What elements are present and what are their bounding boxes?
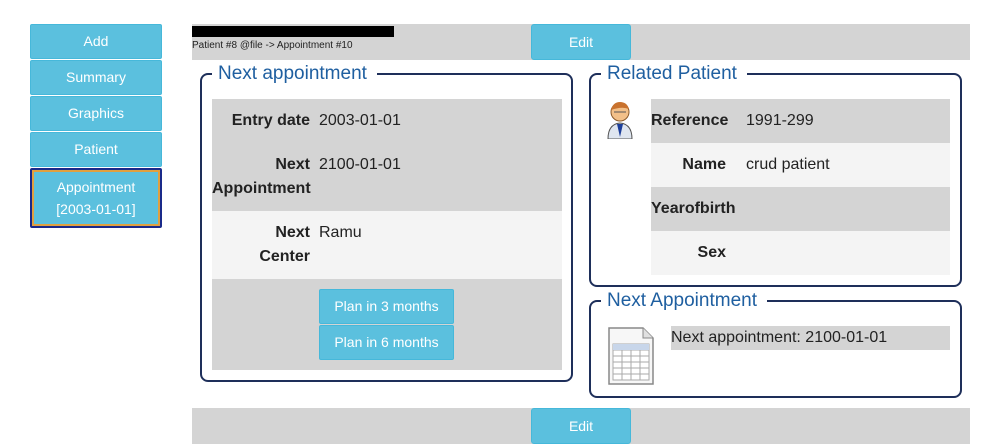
next-appointment-summary-text: Next appointment: 2100-01-01: [671, 326, 950, 350]
plan-6-months-button[interactable]: Plan in 6 months: [319, 325, 454, 360]
reference-value: 1991-299: [746, 112, 814, 129]
related-patient-legend: Related Patient: [601, 63, 747, 85]
next-appointment-value: 2100-01-01: [319, 156, 401, 173]
edit-button-bottom[interactable]: Edit: [531, 408, 631, 444]
next-appointment-summary-legend: Next Appointment: [601, 290, 767, 312]
edit-button-top[interactable]: Edit: [531, 24, 631, 60]
next-appointment-label-line1: Next: [275, 156, 310, 173]
entry-date-row: Entry date 2003-01-01: [212, 99, 562, 143]
next-appointment-label-line2: Appointment: [212, 180, 311, 197]
next-appointment-panel: Next appointment Entry date 2003-01-01 N…: [200, 63, 573, 382]
next-center-label: Next Center: [212, 221, 310, 279]
menu-appointment-date: [2003-01-01]: [56, 201, 136, 217]
next-center-label-line1: Next: [275, 224, 310, 241]
sex-row: Sex: [651, 231, 950, 275]
next-appointment-label: Next Appointment: [212, 153, 311, 211]
next-center-value: Ramu: [319, 224, 362, 241]
document-icon: [608, 327, 654, 385]
patient-icon: [607, 102, 633, 139]
breadcrumb: Patient #8 @file -> Appointment #10: [192, 40, 353, 51]
sex-label: Sex: [697, 244, 726, 261]
plan-3-months-button[interactable]: Plan in 3 months: [319, 289, 454, 324]
reference-row: Reference 1991-299: [651, 99, 950, 143]
menu-graphics-button[interactable]: Graphics: [30, 96, 162, 131]
menu-summary-button[interactable]: Summary: [30, 60, 162, 95]
related-patient-panel: Related Patient Reference 1991-299 Name …: [589, 63, 962, 287]
redacted-title: [192, 26, 394, 37]
next-appointment-summary-panel: Next Appointment Next appointment: 2100-…: [589, 290, 962, 398]
yearofbirth-label: Yearofbirth: [651, 200, 736, 217]
name-value: crud patient: [746, 156, 830, 173]
next-appointment-row: Next Appointment 2100-01-01: [212, 143, 562, 211]
entry-date-value: 2003-01-01: [319, 112, 401, 129]
top-bar: Patient #8 @file -> Appointment #10 Edit: [192, 24, 970, 60]
menu-add-button[interactable]: Add: [30, 24, 162, 59]
next-appointment-legend: Next appointment: [212, 63, 377, 85]
menu-appointment-button[interactable]: Appointment [2003-01-01]: [30, 168, 162, 228]
side-menu: Add Summary Graphics Patient Appointment…: [30, 24, 162, 229]
next-center-row: Next Center Ramu: [212, 211, 562, 279]
menu-appointment-label: Appointment: [56, 179, 136, 195]
reference-label: Reference: [651, 112, 729, 129]
related-patient-table: Reference 1991-299 Name crud patient Yea…: [651, 99, 950, 275]
name-label: Name: [682, 156, 726, 173]
plan-buttons-row: Plan in 3 months Plan in 6 months: [212, 279, 562, 370]
entry-date-label: Entry date: [231, 112, 310, 129]
bottom-bar: Edit: [192, 408, 970, 444]
yearofbirth-row: Yearofbirth: [651, 187, 950, 231]
next-appointment-table: Entry date 2003-01-01 Next Appointment 2…: [212, 99, 562, 370]
next-center-label-line2: Center: [259, 248, 310, 265]
name-row: Name crud patient: [651, 143, 950, 187]
menu-patient-button[interactable]: Patient: [30, 132, 162, 167]
